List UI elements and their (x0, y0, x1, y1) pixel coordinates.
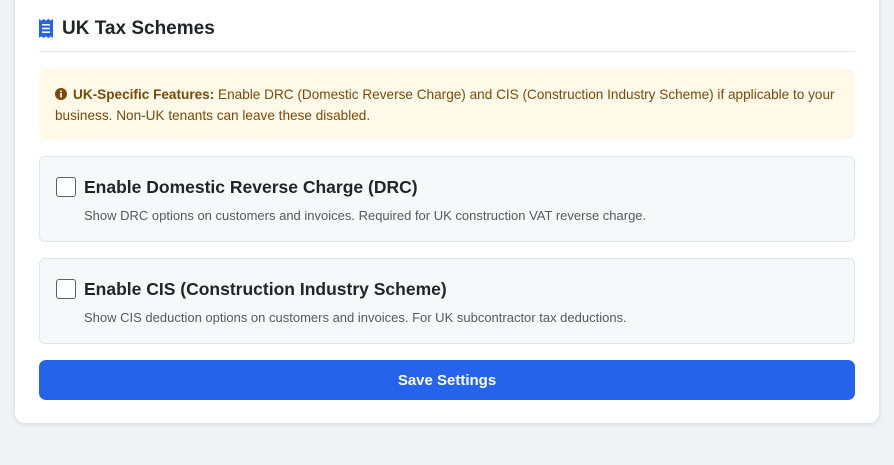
alert-bold-label: UK-Specific Features: (73, 87, 215, 102)
drc-description: Show DRC options on customers and invoic… (84, 208, 647, 223)
cis-description: Show CIS deduction options on customers … (84, 310, 627, 325)
info-circle-icon (55, 88, 67, 100)
cis-checkbox[interactable] (56, 279, 76, 299)
section-title: UK Tax Schemes (62, 18, 215, 39)
drc-option: Enable Domestic Reverse Charge (DRC) Sho… (39, 156, 855, 242)
section-header: UK Tax Schemes (39, 17, 855, 52)
drc-checkbox[interactable] (56, 177, 76, 197)
cis-option: Enable CIS (Construction Industry Scheme… (39, 258, 855, 344)
receipt-icon (39, 19, 53, 38)
drc-label[interactable]: Enable Domestic Reverse Charge (DRC) (84, 176, 418, 198)
uk-features-alert: UK-Specific Features: Enable DRC (Domest… (39, 69, 855, 139)
save-settings-button[interactable]: Save Settings (39, 360, 855, 400)
cis-label[interactable]: Enable CIS (Construction Industry Scheme… (84, 278, 447, 300)
settings-card: UK Tax Schemes UK-Specific Features: Ena… (15, 0, 879, 423)
